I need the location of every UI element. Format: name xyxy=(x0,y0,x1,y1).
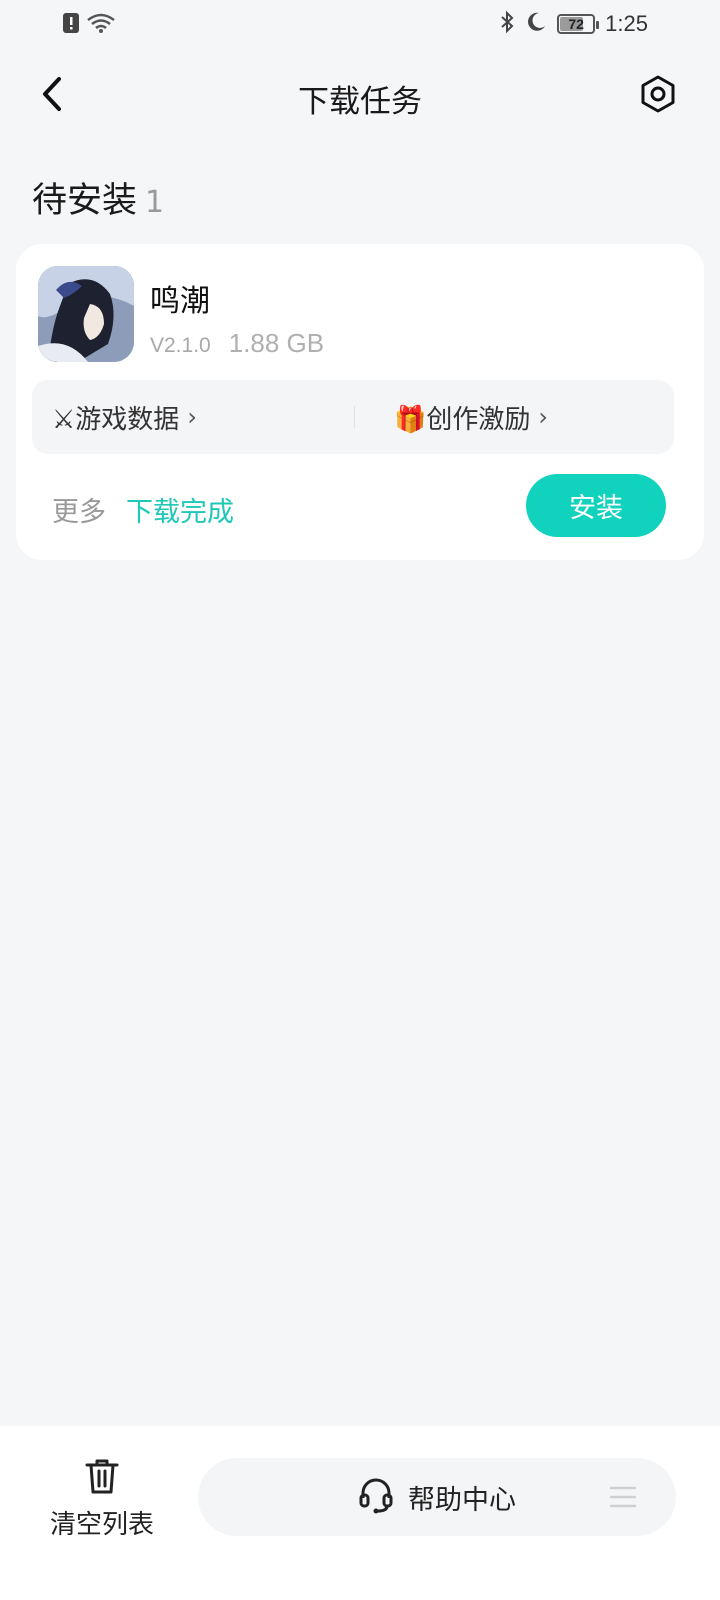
battery-percent: 72 xyxy=(568,16,584,32)
settings-button[interactable] xyxy=(634,72,682,120)
game-data-label: ⚔游戏数据 xyxy=(52,404,180,435)
clear-list-label: 清空列表 xyxy=(49,1510,154,1540)
menu-icon[interactable] xyxy=(609,1486,637,1508)
chevron-right-icon: › xyxy=(187,403,197,431)
help-center-button[interactable]: 帮助中心 xyxy=(198,1458,676,1536)
section-count: 1 xyxy=(145,185,165,220)
creator-reward-link[interactable]: 🎁创作激励 › xyxy=(394,380,548,454)
download-task-card: 鸣潮 V2.1.0 1.88 GB ⚔游戏数据 › 🎁创作激励 › 更多 下载完… xyxy=(16,244,704,560)
app-icon[interactable] xyxy=(38,266,134,362)
battery-icon: 72 xyxy=(557,14,600,34)
bluetooth-icon xyxy=(499,10,515,38)
sim-alert-icon xyxy=(62,12,80,38)
creator-reward-label: 🎁创作激励 xyxy=(394,404,531,435)
game-data-link[interactable]: ⚔游戏数据 › xyxy=(52,380,197,454)
install-button[interactable]: 安装 xyxy=(526,474,666,537)
settings-icon xyxy=(638,74,678,118)
app-size: 1.88 GB xyxy=(228,328,325,358)
download-status: 下载完成 xyxy=(126,497,234,528)
section-title: 待安装 1 xyxy=(32,172,164,223)
links-bar: ⚔游戏数据 › 🎁创作激励 › xyxy=(32,380,674,454)
more-button[interactable]: 更多 xyxy=(52,490,106,529)
status-bar: 72 1:25 xyxy=(0,0,720,48)
app-meta: V2.1.0 1.88 GB xyxy=(150,328,324,359)
headset-icon xyxy=(358,1476,394,1518)
app-version: V2.1.0 xyxy=(150,334,211,357)
help-center-label: 帮助中心 xyxy=(408,1484,516,1516)
divider xyxy=(354,406,355,428)
app-header: 下载任务 xyxy=(0,60,720,132)
wifi-icon xyxy=(86,12,116,38)
section-title-text: 待安装 xyxy=(32,181,138,221)
page-title: 下载任务 xyxy=(298,84,422,120)
clear-list-button[interactable]: 清空列表 xyxy=(40,1456,164,1540)
chevron-right-icon: › xyxy=(538,403,548,431)
app-name: 鸣潮 xyxy=(150,284,210,319)
status-time: 1:25 xyxy=(605,11,648,36)
moon-icon xyxy=(525,11,547,37)
bottom-bar: 清空列表 帮助中心 xyxy=(0,1426,720,1600)
trash-icon xyxy=(82,1459,122,1500)
